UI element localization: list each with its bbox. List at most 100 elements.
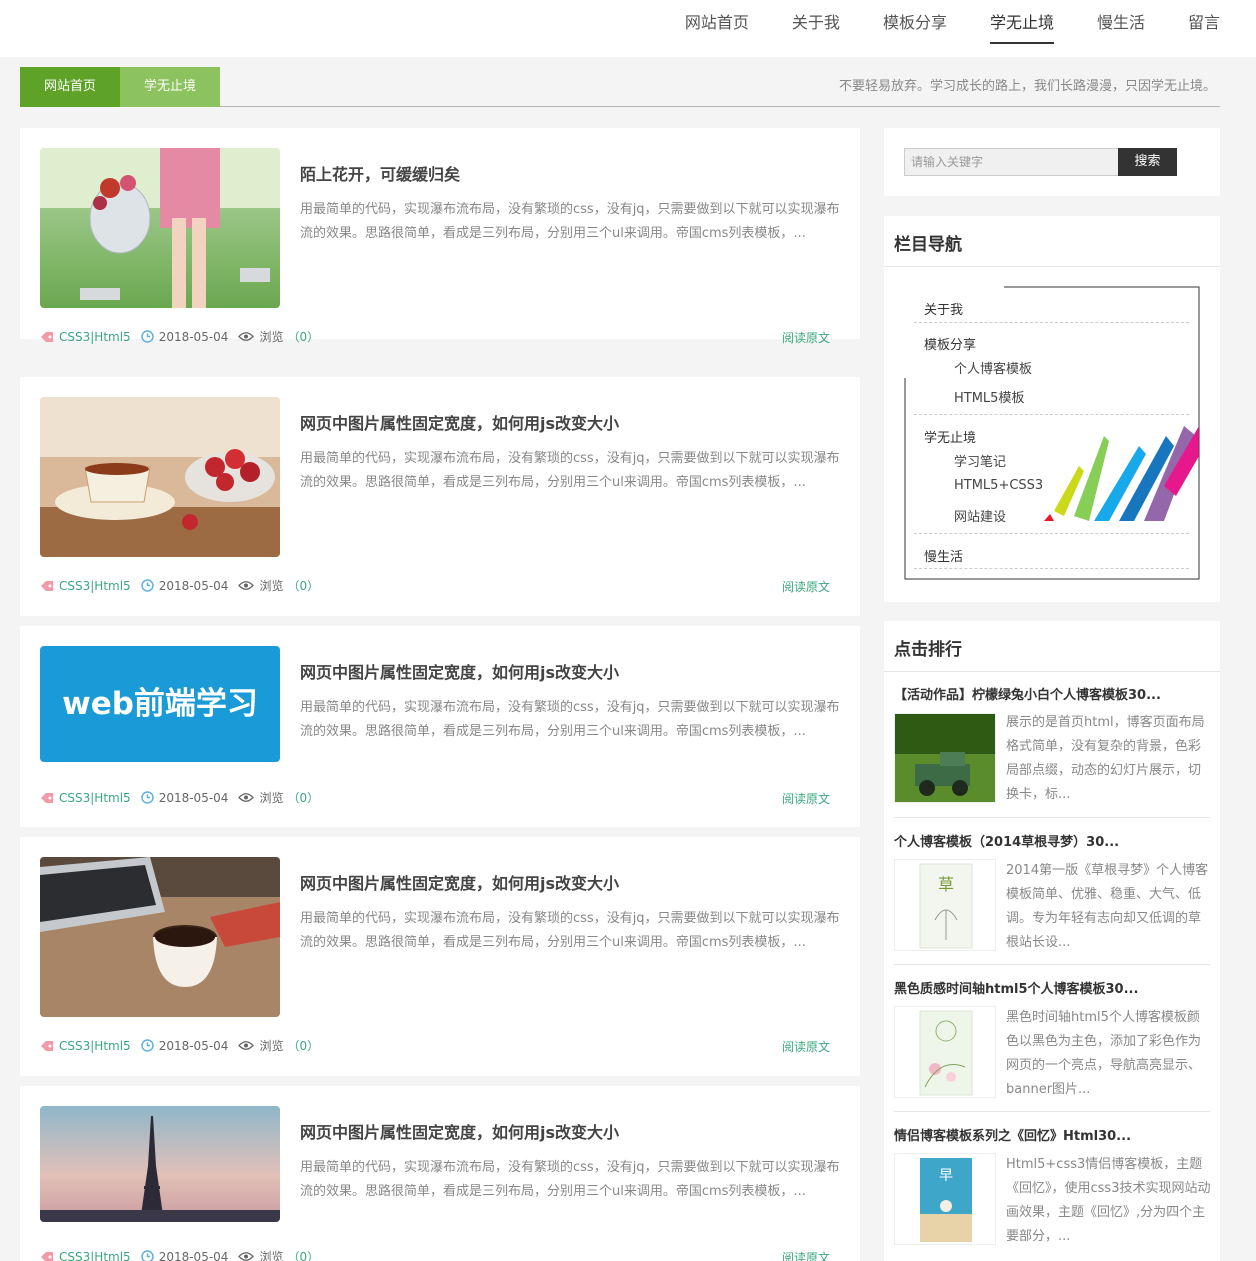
read-more-link[interactable]: 阅读原文 [782, 1249, 830, 1261]
article-card: 陌上花开，可缓缓归矣 用最简单的代码，实现瀑布流布局，没有繁琐的css，没有jq… [20, 128, 860, 345]
nav-about-me[interactable]: 关于我 [924, 299, 963, 318]
nav-learning-section[interactable]: 学无止境 [924, 427, 976, 446]
article-thumbnail[interactable] [40, 857, 280, 1017]
tag-icon [41, 792, 53, 803]
breadcrumb-home[interactable]: 网站首页 [20, 67, 120, 107]
nav-html5-css3[interactable]: HTML5+CSS3 [954, 478, 1043, 493]
tag-icon [41, 1251, 53, 1261]
nav-home[interactable]: 网站首页 [685, 0, 749, 57]
article-meta: CSS3|Html5 2018-05-04 浏览 （0） [40, 789, 319, 806]
ranking-item-summary: 黑色时间轴html5个人博客模板颜色以黑色为主色，添加了彩色作为网页的一个亮点，… [1006, 1010, 1202, 1097]
read-more-link[interactable]: 阅读原文 [782, 578, 830, 595]
divider [884, 671, 1220, 672]
nav-life[interactable]: 慢生活 [1097, 0, 1145, 57]
nav-about[interactable]: 关于我 [792, 0, 840, 57]
ranking-item-thumbnail[interactable]: 早 [894, 1153, 996, 1245]
article-tag[interactable]: CSS3|Html5 [40, 579, 131, 593]
article-title[interactable]: 网页中图片属性固定宽度，如何用js改变大小 [300, 1119, 619, 1143]
ranking-item-summary: 2014第一版《草根寻梦》个人博客模板简单、优雅、稳重、大气、低调。专为年轻有志… [1006, 863, 1209, 950]
article-tag[interactable]: CSS3|Html5 [40, 791, 131, 805]
article-thumbnail[interactable] [40, 148, 280, 308]
eye-icon [238, 793, 255, 802]
thumbnail-text: web前端学习 [40, 646, 280, 762]
article-card: web前端学习 网页中图片属性固定宽度，如何用js改变大小 用最简单的代码，实现… [20, 626, 860, 827]
article-date: 2018-05-04 [140, 330, 228, 344]
article-tag[interactable]: CSS3|Html5 [40, 330, 131, 344]
article-views: 浏览 （0） [238, 1248, 319, 1261]
breadcrumb-current[interactable]: 学无止境 [120, 67, 220, 107]
article-thumbnail[interactable] [40, 1106, 280, 1222]
eye-icon [238, 1041, 255, 1050]
article-card: 网页中图片属性固定宽度，如何用js改变大小 用最简单的代码，实现瀑布流布局，没有… [20, 377, 860, 616]
ranking-item-title[interactable]: 【活动作品】柠檬绿兔小白个人博客模板30... [894, 684, 1161, 703]
dashed-divider [914, 568, 1189, 569]
dashed-divider [914, 533, 1189, 534]
article-views: 浏览 （0） [238, 789, 319, 806]
article-date: 2018-05-04 [140, 579, 228, 593]
nav-learning[interactable]: 学无止境 [989, 0, 1054, 57]
article-summary: 用最简单的代码，实现瀑布流布局，没有繁琐的css，没有jq，只需要做到以下就可以… [300, 700, 840, 739]
search-input[interactable]: 请输入关键字 [904, 148, 1118, 176]
column-nav-panel: 栏目导航 关于我 模板分享 个人博客模板 HTML5模板 学无止境 学习笔记 H… [884, 216, 1220, 602]
nav-html5-template[interactable]: HTML5模板 [954, 387, 1024, 406]
article-summary: 用最简单的代码，实现瀑布流布局，没有繁琐的css，没有jq，只需要做到以下就可以… [300, 1160, 840, 1199]
article-meta: CSS3|Html5 2018-05-04 浏览 （0） [40, 577, 319, 594]
article-thumbnail[interactable] [40, 397, 280, 557]
divider [894, 1111, 1210, 1112]
nav-slow-life[interactable]: 慢生活 [924, 546, 963, 565]
ranking-item-summary: 展示的是首页html，博客页面布局格式简单，没有复杂的背景，色彩局部点缀，动态的… [1006, 715, 1205, 802]
main-nav: 网站首页 关于我 模板分享 学无止境 慢生活 留言 [642, 0, 1220, 57]
breadcrumb: 网站首页 学无止境 不要轻易放弃。学习成长的路上，我们长路漫漫，只因学无止境。 [20, 67, 1220, 107]
ranking-panel: 点击排行 【活动作品】柠檬绿兔小白个人博客模板30... 展示的是首页html，… [884, 621, 1220, 1261]
article-date: 2018-05-04 [140, 1039, 228, 1053]
column-nav-box: 关于我 模板分享 个人博客模板 HTML5模板 学无止境 学习笔记 HTML5+… [904, 286, 1200, 580]
article-date: 2018-05-04 [140, 791, 228, 805]
article-title[interactable]: 陌上花开，可缓缓归矣 [300, 161, 460, 185]
article-views: 浏览 （0） [238, 1037, 319, 1054]
clock-icon [140, 579, 154, 592]
clock-icon [140, 330, 154, 343]
article-tag[interactable]: CSS3|Html5 [40, 1039, 131, 1053]
nav-study-notes[interactable]: 学习笔记 [954, 451, 1006, 470]
article-title[interactable]: 网页中图片属性固定宽度，如何用js改变大小 [300, 410, 619, 434]
article-meta: CSS3|Html5 2018-05-04 浏览 （0） [40, 1037, 319, 1054]
article-thumbnail[interactable]: web前端学习 [40, 646, 280, 762]
tag-icon [41, 580, 53, 591]
article-date: 2018-05-04 [140, 1250, 228, 1261]
article-meta: CSS3|Html5 2018-05-04 浏览 （0） [40, 1248, 319, 1261]
read-more-link[interactable]: 阅读原文 [782, 790, 830, 807]
article-tag[interactable]: CSS3|Html5 [40, 1250, 131, 1261]
article-title[interactable]: 网页中图片属性固定宽度，如何用js改变大小 [300, 870, 619, 894]
search-button[interactable]: 搜索 [1118, 148, 1177, 176]
svg-text:草: 草 [938, 875, 954, 894]
nav-personal-blog-template[interactable]: 个人博客模板 [954, 358, 1032, 377]
nav-message[interactable]: 留言 [1188, 0, 1220, 57]
ranking-item-thumbnail[interactable]: 草 [894, 859, 996, 951]
article-summary: 用最简单的代码，实现瀑布流布局，没有繁琐的css，没有jq，只需要做到以下就可以… [300, 202, 840, 241]
ranking-item-title[interactable]: 个人博客模板（2014草根寻梦）30... [894, 831, 1119, 850]
clock-icon [140, 791, 154, 804]
article-card: 网页中图片属性固定宽度，如何用js改变大小 用最简单的代码，实现瀑布流布局，没有… [20, 1086, 860, 1261]
divider [884, 266, 1220, 267]
search-panel: 请输入关键字 搜索 [884, 128, 1220, 196]
nav-site-building[interactable]: 网站建设 [954, 506, 1006, 525]
article-summary: 用最简单的代码，实现瀑布流布局，没有繁琐的css，没有jq，只需要做到以下就可以… [300, 911, 840, 950]
ranking-item-title[interactable]: 情侣博客模板系列之《回忆》Html30... [894, 1125, 1131, 1144]
read-more-link[interactable]: 阅读原文 [782, 1038, 830, 1055]
nav-template-share[interactable]: 模板分享 [924, 334, 976, 353]
eye-icon [238, 581, 255, 590]
ranking-item-title[interactable]: 黑色质感时间轴html5个人博客模板30... [894, 978, 1138, 997]
eye-icon [238, 332, 255, 341]
nav-templates[interactable]: 模板分享 [883, 0, 947, 57]
article-views: 浏览 （0） [238, 328, 319, 345]
svg-text:早: 早 [939, 1168, 953, 1184]
dashed-divider [914, 414, 1189, 415]
top-bar: 网站首页 关于我 模板分享 学无止境 慢生活 留言 [0, 0, 1256, 57]
read-more-link[interactable]: 阅读原文 [782, 329, 830, 346]
ranking-item-summary: Html5+css3情侣博客模板，主题《回忆》，使用css3技术实现网站动画效果… [1006, 1157, 1211, 1244]
ranking-item-thumbnail[interactable] [894, 1006, 996, 1098]
ranking-item-thumbnail[interactable] [894, 713, 996, 803]
clock-icon [140, 1250, 154, 1261]
article-title[interactable]: 网页中图片属性固定宽度，如何用js改变大小 [300, 659, 619, 683]
eye-icon [238, 1252, 255, 1261]
